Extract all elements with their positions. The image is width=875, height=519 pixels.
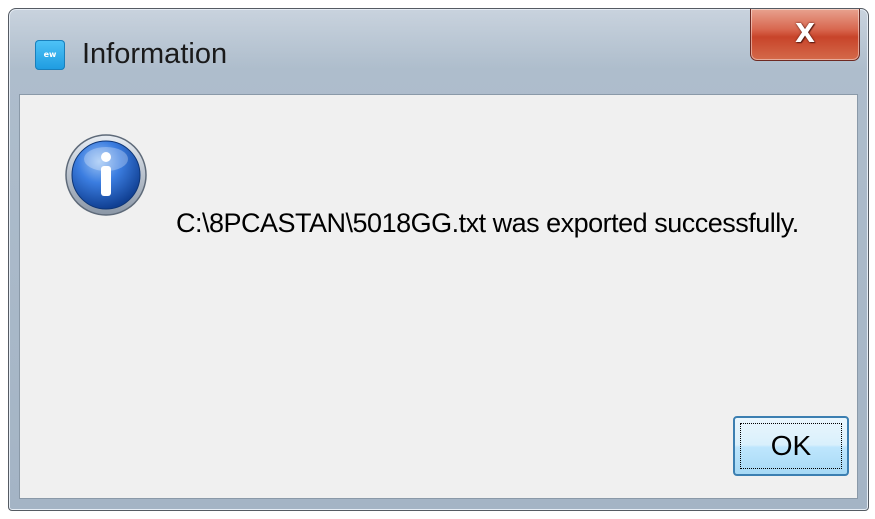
close-button[interactable]: X [750,9,860,61]
information-icon [65,134,147,216]
ok-button-label: OK [770,430,812,461]
app-icon-label: ew [43,50,57,59]
dialog-content: C:\8PCASTAN\5018GG.txt was exported succ… [19,94,858,499]
close-icon: X [794,19,816,49]
information-dialog-window: ew Information X C:\8PCASTAN\5018GG.txt … [8,8,869,511]
ok-button[interactable]: OK [733,416,849,476]
title-bar[interactable]: ew Information X [9,9,868,93]
status-message: C:\8PCASTAN\5018GG.txt was exported succ… [176,208,799,238]
window-title: Information [82,38,228,70]
app-icon: ew [35,40,65,70]
